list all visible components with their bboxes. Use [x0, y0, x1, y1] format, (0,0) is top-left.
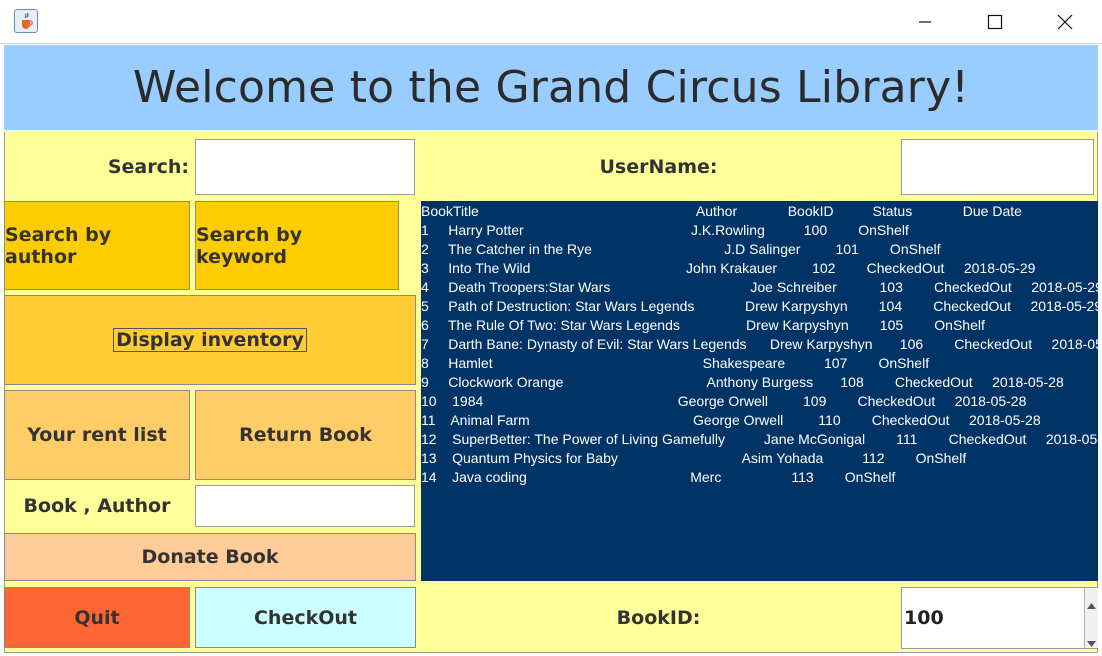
close-icon[interactable]: [1030, 0, 1100, 44]
username-label: UserName:: [599, 156, 718, 178]
inventory-panel[interactable]: BookTitle Author BookID Status Due Date …: [421, 201, 1102, 581]
inventory-text: BookTitle Author BookID Status Due Date …: [421, 203, 1102, 485]
display-inventory-button[interactable]: Display inventory: [4, 295, 416, 385]
rent-list-button[interactable]: Your rent list: [4, 390, 190, 480]
display-inventory-label: Display inventory: [113, 328, 307, 352]
bookid-spinner[interactable]: 100: [901, 587, 1098, 649]
donate-book-button[interactable]: Donate Book: [4, 533, 416, 581]
bookid-value: 100: [904, 607, 944, 629]
spinner-arrows: [1084, 588, 1098, 648]
minimize-icon[interactable]: [890, 0, 960, 44]
bookid-label: BookID:: [616, 606, 701, 629]
book-author-input[interactable]: [195, 485, 415, 527]
maximize-icon[interactable]: [960, 0, 1030, 44]
checkout-button[interactable]: CheckOut: [195, 587, 416, 648]
search-input[interactable]: [195, 139, 415, 195]
spinner-down-icon[interactable]: [1087, 632, 1096, 651]
return-book-button[interactable]: Return Book: [195, 390, 416, 480]
book-author-label: Book , Author: [23, 495, 171, 517]
banner-title: Welcome to the Grand Circus Library!: [132, 62, 970, 113]
java-cup-icon[interactable]: [14, 9, 38, 33]
search-by-author-button[interactable]: Search by author: [4, 201, 190, 290]
username-input[interactable]: [901, 139, 1094, 195]
quit-button[interactable]: Quit: [4, 587, 190, 648]
spinner-up-icon[interactable]: [1087, 594, 1096, 613]
welcome-banner: Welcome to the Grand Circus Library!: [4, 45, 1098, 132]
search-label: Search:: [107, 156, 189, 178]
search-by-keyword-button[interactable]: Search by keyword: [195, 201, 399, 290]
